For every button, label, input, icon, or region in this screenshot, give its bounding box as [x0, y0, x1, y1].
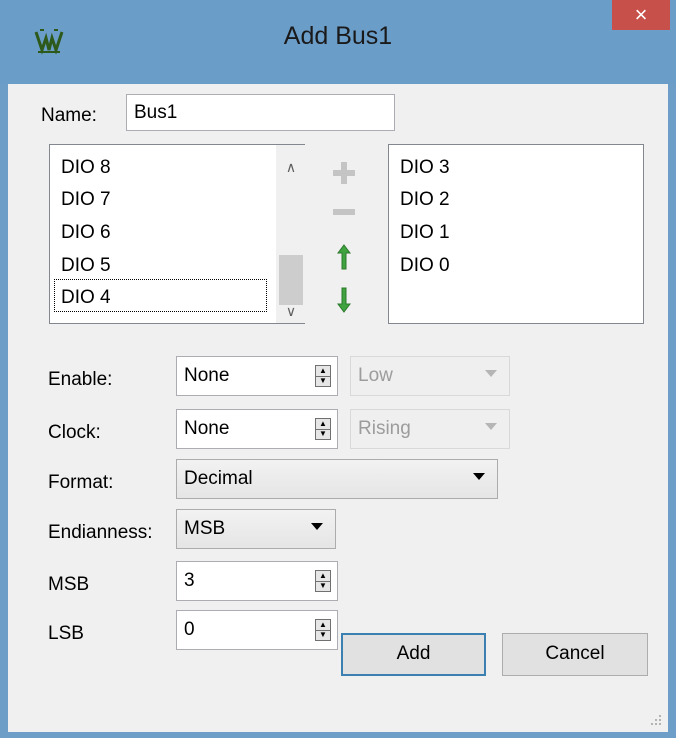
clock-label: Clock: [48, 422, 101, 443]
cancel-button[interactable]: Cancel [502, 633, 648, 676]
list-item[interactable]: DIO 6 [61, 222, 111, 244]
enable-label: Enable: [48, 369, 113, 390]
chevron-down-icon [311, 523, 323, 530]
add-button[interactable]: Add [341, 633, 486, 676]
minus-icon[interactable] [333, 208, 355, 216]
dialog-window: Add Bus1 × Name: Bus1 DIO 8 DIO 7 DIO 6 … [0, 0, 676, 738]
format-select[interactable]: Decimal [176, 459, 498, 499]
stepper-down-icon[interactable]: ▼ [316, 376, 330, 386]
clock-edge-value: Rising [358, 418, 411, 439]
arrow-down-icon[interactable] [337, 287, 351, 313]
scrollbar-thumb[interactable] [279, 255, 303, 305]
stepper-down-icon[interactable]: ▼ [316, 630, 330, 640]
name-label: Name: [41, 105, 97, 126]
list-item[interactable]: DIO 0 [400, 255, 450, 277]
msb-value: 3 [184, 570, 195, 591]
dialog-body: Name: Bus1 DIO 8 DIO 7 DIO 6 DIO 5 DIO 4… [8, 84, 668, 732]
enable-level-select: Low [350, 356, 510, 396]
stepper-down-icon[interactable]: ▼ [316, 581, 330, 591]
clock-value: None [184, 418, 230, 439]
endianness-label: Endianness: [48, 522, 153, 543]
lsb-value: 0 [184, 619, 195, 640]
msb-stepper[interactable]: ▲ ▼ [315, 570, 331, 592]
enable-spinbox[interactable]: None ▲ ▼ [176, 356, 338, 396]
stepper-down-icon[interactable]: ▼ [316, 429, 330, 439]
selected-channels-list[interactable]: DIO 3 DIO 2 DIO 1 DIO 0 [388, 144, 644, 324]
list-item[interactable]: DIO 5 [61, 255, 111, 277]
resize-grip-icon[interactable] [650, 714, 662, 726]
available-channels-list[interactable]: DIO 8 DIO 7 DIO 6 DIO 5 DIO 4 ∧ ∨ [49, 144, 305, 324]
list-item-focused[interactable]: DIO 4 [61, 287, 111, 309]
list-item[interactable]: DIO 2 [400, 189, 450, 211]
list-item[interactable]: DIO 8 [61, 157, 111, 179]
chevron-down-icon [485, 370, 497, 377]
name-input[interactable]: Bus1 [126, 94, 395, 131]
msb-label: MSB [48, 574, 90, 595]
endianness-select[interactable]: MSB [176, 509, 336, 549]
close-button[interactable]: × [612, 0, 670, 30]
close-icon: × [634, 2, 648, 27]
enable-stepper[interactable]: ▲ ▼ [315, 365, 331, 387]
list-item[interactable]: DIO 3 [400, 157, 450, 179]
clock-spinbox[interactable]: None ▲ ▼ [176, 409, 338, 449]
chevron-down-icon [473, 473, 485, 480]
clock-edge-select: Rising [350, 409, 510, 449]
format-value: Decimal [184, 468, 253, 489]
lsb-label: LSB [48, 623, 84, 644]
endianness-value: MSB [184, 518, 226, 539]
chevron-down-icon [485, 423, 497, 430]
list-item[interactable]: DIO 7 [61, 189, 111, 211]
title-bar[interactable]: Add Bus1 × [0, 0, 676, 84]
plus-icon[interactable] [333, 162, 355, 184]
lsb-stepper[interactable]: ▲ ▼ [315, 619, 331, 641]
list-item[interactable]: DIO 1 [400, 222, 450, 244]
enable-value: None [184, 365, 230, 386]
arrow-up-icon[interactable] [337, 244, 351, 270]
format-label: Format: [48, 472, 114, 493]
msb-spinbox[interactable]: 3 ▲ ▼ [176, 561, 338, 601]
scroll-down-icon[interactable]: ∨ [279, 303, 303, 320]
lsb-spinbox[interactable]: 0 ▲ ▼ [176, 610, 338, 650]
scroll-up-icon[interactable]: ∧ [279, 159, 303, 176]
enable-level-value: Low [358, 365, 393, 386]
clock-stepper[interactable]: ▲ ▼ [315, 418, 331, 440]
window-title: Add Bus1 [283, 22, 393, 50]
